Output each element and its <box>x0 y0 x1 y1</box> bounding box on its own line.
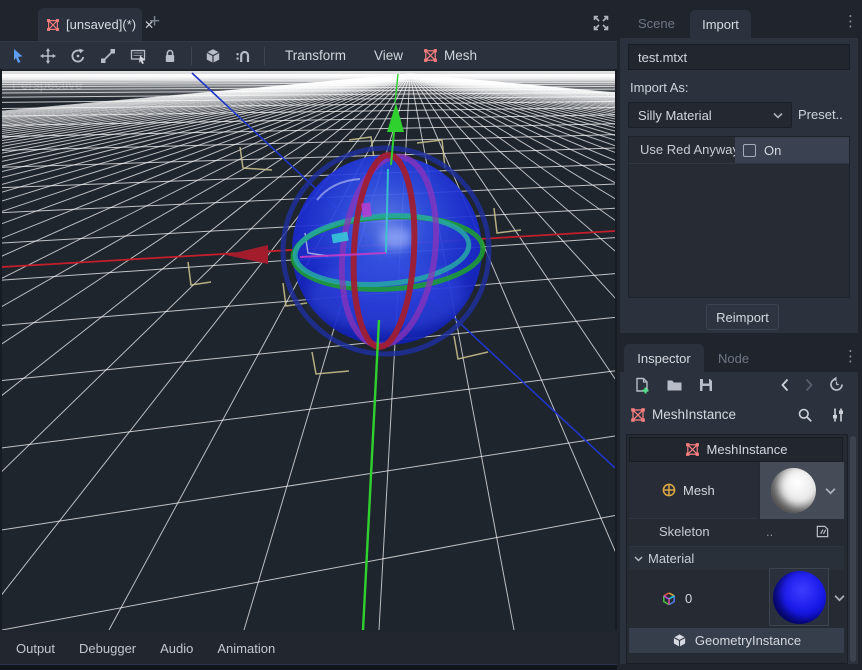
reimport-button[interactable]: Reimport <box>706 304 779 330</box>
viewport-3d[interactable]: Perspective <box>0 69 617 630</box>
bottom-tab-animation[interactable]: Animation <box>211 638 281 659</box>
godot-editor-window: [unsaved](*) ✕ + <box>0 0 862 670</box>
section-collapse-icon <box>634 556 643 562</box>
rotate-tool-icon[interactable] <box>70 48 86 64</box>
scale-tool-icon[interactable] <box>100 48 116 64</box>
mesh-preview-sphere <box>771 468 816 513</box>
skeleton-property-value[interactable]: .. <box>766 524 773 539</box>
mesh-preview-cell[interactable] <box>760 462 844 519</box>
import-file-name: test.mtxt <box>638 50 687 65</box>
material-section-label: Material <box>648 551 694 566</box>
tab-node[interactable]: Node <box>718 351 749 366</box>
object-tools-icon[interactable] <box>830 407 846 423</box>
tab-import-label: Import <box>702 17 739 32</box>
tab-inspector-label: Inspector <box>637 351 690 366</box>
mesh-property-row: Mesh <box>629 462 757 519</box>
chevron-down-icon[interactable] <box>834 594 845 602</box>
bottom-tab-debugger[interactable]: Debugger <box>73 638 142 659</box>
importer-dropdown-value: Silly Material <box>638 108 712 123</box>
chevron-down-icon <box>773 112 783 119</box>
projection-label[interactable]: Perspective <box>12 77 83 92</box>
save-resource-icon[interactable] <box>698 377 714 393</box>
mesh-property-label: Mesh <box>683 483 715 498</box>
importer-dropdown[interactable]: Silly Material <box>628 102 792 128</box>
import-file-name-bar: test.mtxt <box>628 44 850 70</box>
import-dock-menu-icon[interactable]: ⋮ <box>843 15 858 29</box>
class-header-meshinstance: MeshInstance <box>629 437 843 462</box>
class-header-icon <box>685 442 700 457</box>
import-as-label: Import As: <box>630 80 689 95</box>
expand-viewport-icon[interactable] <box>592 14 610 32</box>
view-menu[interactable]: View <box>360 48 417 63</box>
chevron-down-icon[interactable] <box>825 487 836 495</box>
skeleton-property-row: Skeleton .. <box>629 519 844 547</box>
mesh-resource-icon <box>661 482 677 498</box>
tab-scene[interactable]: Scene <box>638 16 675 31</box>
material-preview-box[interactable] <box>769 568 829 626</box>
material-preview-sphere <box>773 571 826 624</box>
toolbar-separator <box>191 47 192 65</box>
tab-import[interactable]: Import <box>690 10 751 38</box>
add-scene-tab-button[interactable]: + <box>149 12 160 31</box>
geometry-cube-icon <box>672 633 687 648</box>
inspector-properties: MeshInstance Mesh Skeleton <box>626 434 848 664</box>
class-header-label: MeshInstance <box>707 442 788 457</box>
mesh-menu-icon <box>423 48 438 63</box>
horizon-glow <box>2 74 615 100</box>
scene-tab-unsaved[interactable]: [unsaved](*) ✕ <box>38 8 142 41</box>
option-value-cell[interactable]: On <box>735 137 849 163</box>
skeleton-property-label: Skeleton <box>659 524 710 539</box>
spatial-toolbar: Transform View Mesh <box>0 41 617 69</box>
select-tool-icon[interactable] <box>10 48 26 64</box>
snap-magnet-icon[interactable] <box>235 48 251 64</box>
import-dock: test.mtxt Import As: Silly Material Pres… <box>620 38 858 333</box>
geometryinstance-category-label: GeometryInstance <box>695 633 801 648</box>
material-slot-row: 0 <box>629 570 844 628</box>
history-icon[interactable] <box>828 376 845 393</box>
object-name: MeshInstance <box>652 407 736 422</box>
transform-menu[interactable]: Transform <box>271 48 360 63</box>
preset-button[interactable]: Preset.. <box>798 107 843 122</box>
list-select-tool-icon[interactable] <box>130 48 148 64</box>
inspector-dock-menu-icon[interactable]: ⋮ <box>843 350 858 364</box>
inspector-scrollbar[interactable] <box>850 436 856 662</box>
material-resource-icon <box>661 591 677 607</box>
bottom-tab-audio[interactable]: Audio <box>154 638 199 659</box>
option-checkbox-label: On <box>764 143 781 158</box>
object-meshinstance-icon <box>630 407 646 423</box>
mesh-menu-label: Mesh <box>444 48 477 63</box>
reimport-button-label: Reimport <box>716 310 769 325</box>
move-tool-icon[interactable] <box>40 48 56 64</box>
search-icon[interactable] <box>797 407 813 423</box>
history-back-icon[interactable] <box>780 378 790 392</box>
material-slot-label: 0 <box>685 591 692 606</box>
option-row: Use Red Anyway On <box>629 137 849 164</box>
lock-icon[interactable] <box>162 48 178 64</box>
import-options-panel: Use Red Anyway On <box>628 136 850 298</box>
new-resource-icon[interactable] <box>634 377 651 395</box>
history-forward-icon[interactable] <box>804 378 814 392</box>
meshinstance-node-icon <box>46 18 60 32</box>
mesh-menu[interactable]: Mesh <box>417 48 491 63</box>
inspector-dock: MeshInstance <box>620 372 858 664</box>
bottom-panel-bar: Output Debugger Audio Animation <box>0 632 617 664</box>
toolbar-separator <box>264 47 265 65</box>
scene-tab-title: [unsaved](*) <box>66 17 136 32</box>
node-path-assign-icon[interactable] <box>815 524 830 539</box>
bottom-tab-output[interactable]: Output <box>10 638 61 659</box>
option-name: Use Red Anyway <box>640 142 739 157</box>
load-resource-folder-icon[interactable] <box>666 378 683 393</box>
tab-inspector[interactable]: Inspector <box>624 344 704 372</box>
local-space-cube-icon[interactable] <box>205 48 221 64</box>
geometryinstance-category-header[interactable]: GeometryInstance <box>629 628 844 653</box>
option-checkbox[interactable] <box>743 144 756 157</box>
viewport-canvas <box>2 69 615 630</box>
material-section-header[interactable]: Material <box>629 547 844 570</box>
